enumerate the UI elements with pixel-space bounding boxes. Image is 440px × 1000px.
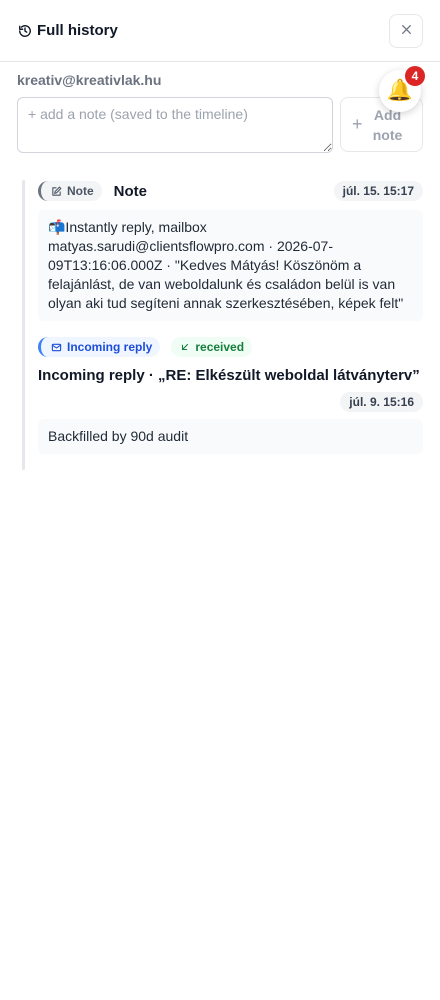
type-badge-label: Incoming reply (67, 340, 153, 354)
edit-icon (51, 186, 62, 197)
notification-count-badge: 4 (405, 66, 425, 86)
entry-body: 📬Instantly reply, mailbox matyas.sarudi@… (38, 210, 423, 321)
page-title: Full history (18, 22, 118, 39)
entry-title: Incoming reply · „RE: Elkészült weboldal… (38, 367, 420, 384)
close-button[interactable] (389, 13, 423, 48)
mail-icon (51, 342, 62, 353)
status-badge-label: received (195, 340, 245, 354)
entry-body: Backfilled by 90d audit (38, 419, 423, 454)
type-badge-incoming-reply: Incoming reply (38, 337, 161, 357)
timeline-entry-note: Note Note júl. 15. 15:17 📬Instantly repl… (38, 181, 423, 321)
entry-date: júl. 15. 15:17 (333, 181, 423, 201)
page-title-text: Full history (37, 22, 118, 39)
panel-header: Full history (0, 0, 440, 62)
type-badge-label: Note (67, 184, 94, 198)
arrow-down-left-icon (180, 342, 190, 352)
timeline-entry-incoming-reply: Incoming reply received Incoming reply ·… (38, 337, 423, 454)
close-icon (400, 23, 413, 39)
status-badge-received: received (171, 337, 253, 357)
type-badge-note: Note (38, 181, 102, 201)
timeline-line (22, 180, 25, 470)
entry-title: Note (113, 182, 148, 200)
plus-icon: + (352, 114, 363, 134)
history-icon (18, 24, 32, 38)
contact-email: kreativ@kreativlak.hu (17, 72, 162, 88)
note-input[interactable] (17, 97, 333, 153)
entry-date: júl. 9. 15:16 (340, 392, 423, 412)
